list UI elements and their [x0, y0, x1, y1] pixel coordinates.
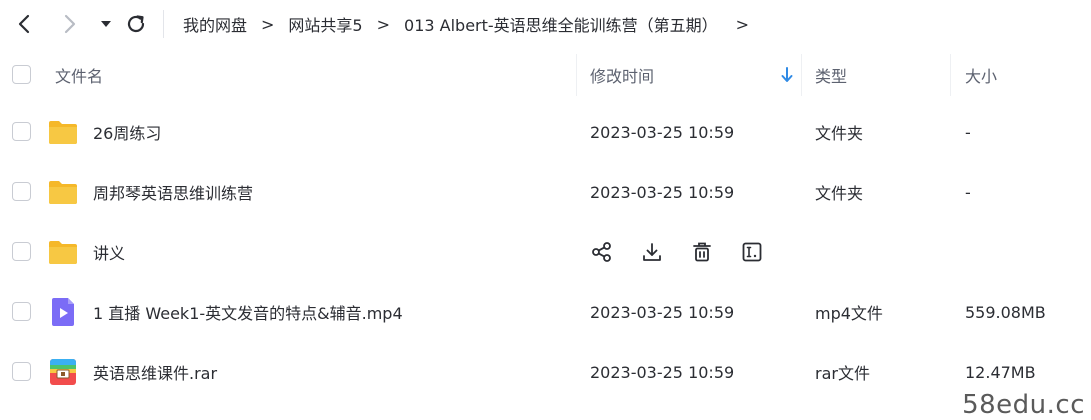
forward-button[interactable] — [56, 10, 84, 38]
back-button[interactable] — [10, 10, 38, 38]
breadcrumb-separator: > — [376, 14, 391, 34]
file-modified-time: 2023-03-25 10:59 — [590, 182, 735, 202]
sort-descending-icon[interactable] — [780, 66, 794, 84]
row-checkbox[interactable] — [12, 122, 31, 141]
share-icon — [592, 242, 611, 262]
folder-icon — [49, 181, 77, 204]
file-type: rar文件 — [815, 364, 870, 383]
row-checkbox[interactable] — [12, 302, 31, 321]
breadcrumb-item-shared-folder[interactable]: 网站共享5 — [288, 12, 362, 36]
file-size: 559.08MB — [965, 302, 1046, 322]
file-size: - — [965, 122, 971, 142]
watermark: 58edu.cc — [962, 390, 1085, 420]
table-row[interactable]: 1 直播 Week1-英文发音的特点&辅音.mp4 2023-03-25 10:… — [0, 282, 1091, 342]
download-icon — [643, 243, 661, 261]
column-header-name[interactable]: 文件名 — [55, 48, 103, 102]
row-checkbox[interactable] — [12, 182, 31, 201]
history-dropdown-button[interactable] — [92, 10, 120, 38]
row-checkbox[interactable] — [12, 242, 31, 261]
breadcrumb: 我的网盘 > 网站共享5 > 013 Albert-英语思维全能训练营（第五期）… — [183, 0, 763, 48]
chevron-right-icon — [64, 14, 76, 34]
breadcrumb-item-current-folder[interactable]: 013 Albert-英语思维全能训练营（第五期） — [404, 12, 718, 36]
table-row[interactable]: 讲义 — [0, 222, 1091, 282]
table-header: 文件名 修改时间 类型 大小 — [0, 48, 1091, 102]
folder-icon — [49, 121, 77, 144]
file-size: - — [965, 182, 971, 202]
refresh-button[interactable] — [122, 10, 150, 38]
video-file-icon — [52, 298, 74, 326]
file-table: 文件名 修改时间 类型 大小 26周练习 2023-03-25 10:59 文件… — [0, 48, 1091, 402]
file-type: mp4文件 — [815, 304, 883, 323]
file-type: 文件夹 — [815, 184, 864, 203]
column-header-modified[interactable]: 修改时间 — [590, 48, 654, 102]
file-modified-time: 2023-03-25 10:59 — [590, 122, 735, 142]
delete-icon — [693, 242, 711, 262]
file-name[interactable]: 英语思维课件.rar — [93, 342, 217, 402]
file-modified-time: 2023-03-25 10:59 — [590, 362, 735, 382]
file-modified-time: 2023-03-25 10:59 — [590, 302, 735, 322]
chevron-left-icon — [18, 14, 30, 34]
table-row[interactable]: 26周练习 2023-03-25 10:59 文件夹 - — [0, 102, 1091, 162]
table-row[interactable]: 周邦琴英语思维训练营 2023-03-25 10:59 文件夹 - — [0, 162, 1091, 222]
download-button[interactable] — [640, 240, 664, 264]
archive-file-icon — [50, 359, 76, 385]
refresh-icon — [127, 15, 145, 33]
column-header-size[interactable]: 大小 — [965, 48, 997, 102]
column-divider[interactable] — [950, 54, 951, 96]
delete-button[interactable] — [690, 240, 714, 264]
file-name[interactable]: 1 直播 Week1-英文发音的特点&辅音.mp4 — [93, 282, 403, 342]
file-name[interactable]: 周邦琴英语思维训练营 — [93, 162, 253, 222]
table-row[interactable]: 英语思维课件.rar 2023-03-25 10:59 rar文件 12.47M… — [0, 342, 1091, 402]
column-divider[interactable] — [576, 54, 577, 96]
navigation-bar: 我的网盘 > 网站共享5 > 013 Albert-英语思维全能训练营（第五期）… — [0, 0, 1091, 48]
breadcrumb-item-my-drive[interactable]: 我的网盘 — [183, 12, 247, 36]
column-header-type[interactable]: 类型 — [815, 48, 847, 102]
rename-icon — [742, 242, 762, 262]
row-actions — [590, 222, 790, 282]
breadcrumb-separator: > — [261, 14, 275, 34]
file-name[interactable]: 26周练习 — [93, 102, 161, 162]
column-divider[interactable] — [801, 54, 802, 96]
nav-divider — [163, 10, 164, 38]
share-button[interactable] — [590, 240, 614, 264]
caret-down-icon — [101, 21, 111, 27]
rename-button[interactable] — [740, 240, 764, 264]
select-all-checkbox[interactable] — [12, 65, 31, 84]
row-checkbox[interactable] — [12, 362, 31, 381]
folder-icon — [49, 241, 77, 264]
breadcrumb-more-button[interactable]: > — [736, 15, 749, 34]
file-type: 文件夹 — [815, 124, 864, 143]
file-name[interactable]: 讲义 — [93, 222, 125, 282]
